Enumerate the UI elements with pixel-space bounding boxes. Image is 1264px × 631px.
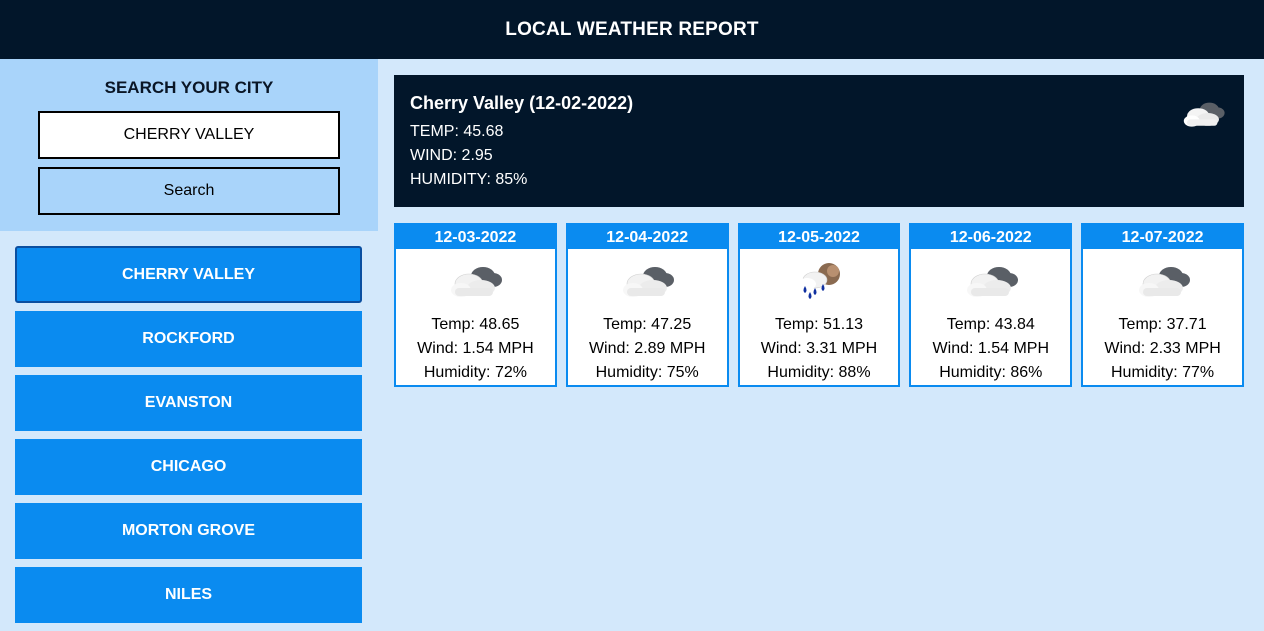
- current-humidity: HUMIDITY: 85%: [410, 171, 528, 188]
- search-panel: SEARCH YOUR CITY Search: [0, 59, 378, 231]
- search-heading: SEARCH YOUR CITY: [104, 78, 274, 97]
- city-button-morton-grove[interactable]: MORTON GROVE: [15, 503, 362, 559]
- broken-clouds-icon: [1138, 267, 1190, 297]
- city-button-chicago[interactable]: CHICAGO: [15, 439, 362, 495]
- rain-icon: [797, 263, 840, 299]
- forecast-date: 12-07-2022: [1083, 225, 1242, 249]
- city-history-list: CHERRY VALLEY ROCKFORD EVANSTON CHICAGO …: [15, 246, 363, 631]
- app-header: LOCAL WEATHER REPORT: [0, 0, 1264, 59]
- forecast-temp: Temp: 43.84: [946, 316, 1035, 333]
- forecast-date: 12-03-2022: [396, 225, 555, 249]
- broken-clouds-icon: [623, 267, 675, 297]
- forecast-wind: Wind: 1.54 MPH: [932, 340, 1050, 357]
- five-day-forecast: 12-03-2022 Temp: 48.65 Wind: 1.54 MPH Hu…: [394, 223, 1244, 387]
- city-button-niles[interactable]: NILES: [15, 567, 362, 623]
- forecast-humidity: Humidity: 86%: [939, 364, 1043, 381]
- broken-clouds-icon: [451, 267, 503, 297]
- broken-clouds-icon: [1183, 102, 1225, 127]
- forecast-day-card: 12-03-2022 Temp: 48.65 Wind: 1.54 MPH Hu…: [394, 223, 557, 387]
- forecast-temp: Temp: 47.25: [603, 316, 692, 333]
- current-temp: TEMP: 45.68: [410, 123, 504, 140]
- forecast-wind: Wind: 3.31 MPH: [760, 340, 878, 357]
- forecast-humidity: Humidity: 75%: [595, 364, 699, 381]
- forecast-day-card: 12-04-2022 Temp: 47.25 Wind: 2.89 MPH Hu…: [565, 223, 729, 387]
- forecast-day-card: 12-05-2022 Temp: 51.13 Wind: 3.31 MPH Hu…: [737, 223, 901, 387]
- forecast-wind: Wind: 1.54 MPH: [417, 340, 534, 357]
- forecast-temp: Temp: 48.65: [431, 316, 520, 333]
- forecast-date: 12-04-2022: [567, 225, 727, 249]
- forecast-humidity: Humidity: 72%: [423, 364, 527, 381]
- forecast-humidity: Humidity: 77%: [1111, 364, 1215, 381]
- city-search-input[interactable]: [38, 111, 340, 159]
- current-weather-card: Cherry Valley (12-02-2022) TEMP: 45.68 W…: [394, 75, 1244, 207]
- forecast-wind: Wind: 2.89 MPH: [588, 340, 706, 357]
- search-button[interactable]: Search: [38, 167, 340, 215]
- forecast-date: 12-05-2022: [739, 225, 899, 249]
- city-button-cherry-valley[interactable]: CHERRY VALLEY: [15, 246, 362, 303]
- current-wind: WIND: 2.95: [410, 147, 493, 164]
- forecast-temp: Temp: 37.71: [1118, 316, 1207, 333]
- city-button-rockford[interactable]: ROCKFORD: [15, 311, 362, 367]
- broken-clouds-icon: [966, 267, 1018, 297]
- forecast-humidity: Humidity: 88%: [767, 364, 871, 381]
- city-button-evanston[interactable]: EVANSTON: [15, 375, 362, 431]
- current-city-title: Cherry Valley (12-02-2022): [410, 93, 634, 113]
- forecast-date: 12-06-2022: [911, 225, 1071, 249]
- forecast-wind: Wind: 2.33 MPH: [1104, 340, 1221, 357]
- page-title: LOCAL WEATHER REPORT: [505, 18, 759, 40]
- forecast-temp: Temp: 51.13: [774, 316, 864, 333]
- forecast-day-card: 12-06-2022 Temp: 43.84 Wind: 1.54 MPH Hu…: [909, 223, 1073, 387]
- forecast-day-card: 12-07-2022 Temp: 37.71 Wind: 2.33 MPH Hu…: [1081, 223, 1244, 387]
